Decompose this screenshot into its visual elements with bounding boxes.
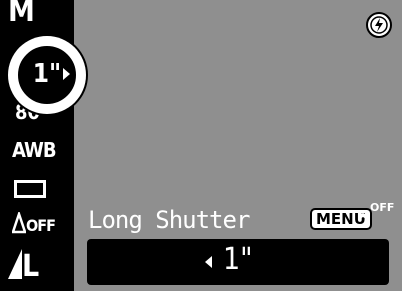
flash-bolt-icon: [370, 16, 388, 34]
compression-icon: [8, 249, 22, 279]
mode-icon: M: [8, 0, 70, 29]
selector-inner-ring: 1": [15, 43, 79, 107]
setting-caption: Long Shutter: [88, 206, 250, 234]
shutter-value: 1": [223, 242, 253, 277]
drive-mode-icon[interactable]: [14, 180, 46, 198]
left-arrow-icon[interactable]: [205, 256, 212, 268]
camera-lcd-screen: M 80 AWB OFF L 1" Long Shutter MENU OFF …: [0, 0, 402, 291]
right-arrow-icon: [63, 68, 70, 80]
flash-off-icon: [366, 12, 392, 38]
i-contrast-off-label: OFF: [26, 216, 56, 235]
white-balance-setting[interactable]: AWB: [12, 138, 74, 162]
i-contrast-setting[interactable]: OFF: [11, 210, 74, 236]
image-size-label: L: [22, 249, 40, 284]
mode-icon-text: M: [8, 0, 35, 29]
night-display-off-label: OFF: [370, 201, 395, 214]
shutter-speed-selector[interactable]: 1": [8, 36, 86, 114]
image-quality-setting[interactable]: L: [8, 245, 70, 285]
i-contrast-icon: [11, 210, 27, 234]
night-display-off-icon: OFF: [358, 201, 394, 233]
shutter-value-bar[interactable]: 1": [87, 239, 389, 285]
